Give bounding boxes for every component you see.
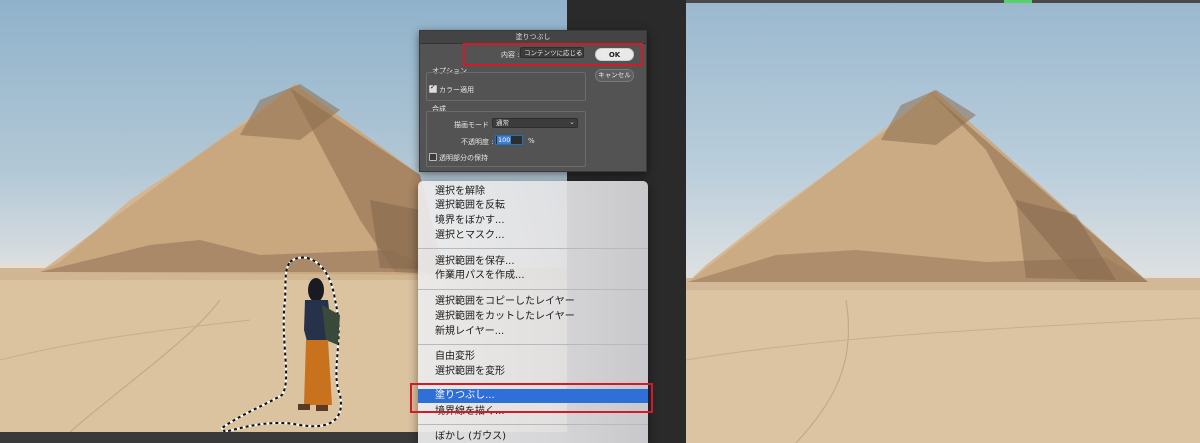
menu-item-select-and-mask[interactable]: 選択とマスク... bbox=[418, 229, 648, 243]
color-adapt-checkbox[interactable]: ✓ bbox=[429, 83, 437, 93]
after-photo bbox=[686, 0, 1200, 443]
menu-item-deselect[interactable]: 選択を解除 bbox=[418, 185, 648, 199]
menu-item-select-inverse[interactable]: 選択範囲を反転 bbox=[418, 199, 648, 213]
menu-item-save-selection[interactable]: 選択範囲を保存... bbox=[418, 255, 648, 269]
menu-separator bbox=[418, 248, 648, 249]
opacity-value: 100 bbox=[497, 136, 512, 144]
blend-mode-dropdown[interactable]: 通常 ⌄ bbox=[492, 118, 578, 128]
menu-separator bbox=[418, 424, 648, 425]
preserve-transparency-checkbox[interactable] bbox=[429, 153, 437, 161]
highlight-fill-item bbox=[410, 383, 653, 413]
menu-item-layer-via-copy[interactable]: 選択範囲をコピーしたレイヤー bbox=[418, 295, 648, 309]
pyramid bbox=[40, 84, 445, 275]
mode-value: 通常 bbox=[496, 119, 509, 127]
menu-separator bbox=[418, 344, 648, 345]
highlight-content-ok bbox=[463, 43, 643, 66]
after-pyramid bbox=[688, 90, 1148, 282]
after-photo-scene bbox=[686, 90, 1200, 443]
opacity-label: 不透明度 : bbox=[461, 138, 494, 146]
menu-item-layer-via-cut[interactable]: 選択範囲をカットしたレイヤー bbox=[418, 310, 648, 324]
color-adapt-label: カラー適用 bbox=[439, 86, 474, 94]
menu-item-gaussian-blur[interactable]: ぼかし (ガウス) bbox=[418, 430, 648, 443]
menu-item-feather[interactable]: 境界をぼかす... bbox=[418, 214, 648, 228]
menu-item-transform-selection[interactable]: 選択範囲を変形 bbox=[418, 365, 648, 379]
menu-item-new-layer[interactable]: 新規レイヤー... bbox=[418, 325, 648, 339]
opacity-unit: % bbox=[528, 137, 535, 145]
checkmark-icon: ✓ bbox=[430, 83, 436, 91]
preserve-transparency-label: 透明部分の保持 bbox=[439, 154, 488, 162]
mode-label: 描画モード : bbox=[454, 121, 494, 129]
menu-item-make-work-path[interactable]: 作業用パスを作成... bbox=[418, 269, 648, 283]
after-desert-ground bbox=[686, 278, 1200, 443]
opacity-input[interactable]: 100 bbox=[495, 135, 523, 145]
menu-separator bbox=[418, 289, 648, 290]
cancel-button[interactable]: キャンセル bbox=[595, 69, 634, 82]
chevron-down-icon: ⌄ bbox=[569, 118, 575, 126]
menu-item-free-transform[interactable]: 自由変形 bbox=[418, 350, 648, 364]
